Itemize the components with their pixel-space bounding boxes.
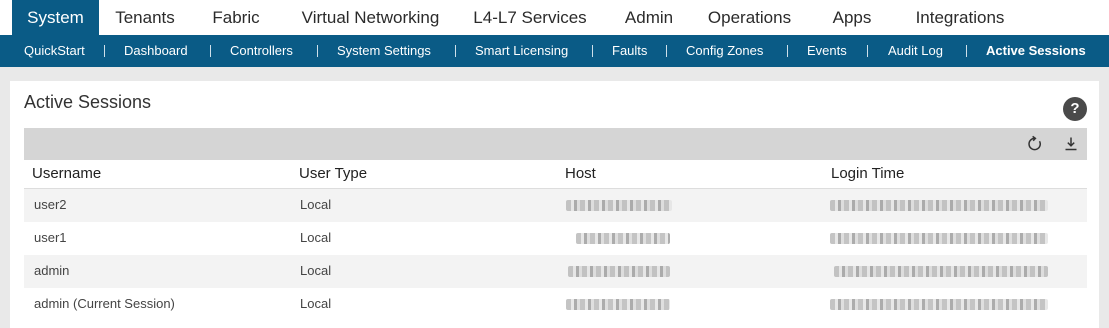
column-header-host[interactable]: Host (565, 160, 596, 189)
redacted-host (576, 233, 670, 244)
subtab-events[interactable]: Events (807, 35, 847, 67)
redacted-login-time (830, 200, 1048, 211)
column-header-user-type[interactable]: User Type (299, 160, 367, 189)
table-row[interactable]: user2 Local (24, 189, 1087, 222)
redacted-host (568, 266, 670, 277)
tab-integrations[interactable]: Integrations (905, 0, 1015, 35)
table-toolbar (24, 128, 1087, 160)
subnav-separator (317, 45, 318, 57)
cell-user-type: Local (300, 263, 332, 278)
subtab-active-sessions[interactable]: Active Sessions (986, 35, 1086, 67)
redacted-host (566, 200, 672, 211)
subtab-audit-log[interactable]: Audit Log (888, 35, 943, 67)
cell-username: admin (34, 263, 70, 278)
table-row[interactable]: admin Local (24, 255, 1087, 288)
tab-fabric[interactable]: Fabric (200, 0, 272, 35)
subtab-quickstart[interactable]: QuickStart (24, 35, 85, 67)
cell-username: user1 (34, 230, 67, 245)
table-row[interactable]: user1 Local (24, 222, 1087, 255)
tab-operations[interactable]: Operations (699, 0, 800, 35)
active-sessions-panel: Active Sessions ? Username User Type Hos… (10, 81, 1099, 328)
cell-user-type: Local (300, 197, 332, 212)
subtab-config-zones[interactable]: Config Zones (686, 35, 763, 67)
table-header: Username User Type Host Login Time (24, 160, 1087, 189)
tab-system[interactable]: System (12, 0, 99, 35)
subtab-faults[interactable]: Faults (612, 35, 647, 67)
top-nav-bar: System Tenants Fabric Virtual Networking… (0, 0, 1109, 35)
subtab-system-settings[interactable]: System Settings (337, 35, 431, 67)
subnav-separator (104, 45, 105, 57)
refresh-icon[interactable] (1026, 135, 1044, 153)
sub-nav-bar: QuickStart Dashboard Controllers System … (0, 35, 1109, 67)
column-header-login-time[interactable]: Login Time (831, 160, 904, 189)
redacted-login-time (830, 299, 1048, 310)
tab-l4-l7-services[interactable]: L4-L7 Services (463, 0, 597, 35)
subnav-separator (592, 45, 593, 57)
cell-user-type: Local (300, 230, 332, 245)
column-header-username[interactable]: Username (32, 160, 101, 189)
subnav-separator (787, 45, 788, 57)
subnav-separator (666, 45, 667, 57)
help-icon[interactable]: ? (1063, 97, 1087, 121)
table-row[interactable]: admin (Current Session) Local (24, 288, 1087, 321)
tab-virtual-networking[interactable]: Virtual Networking (291, 0, 450, 35)
tab-admin[interactable]: Admin (614, 0, 684, 35)
cell-username: user2 (34, 197, 67, 212)
download-icon[interactable] (1062, 135, 1080, 153)
redacted-login-time (834, 266, 1048, 277)
tab-apps[interactable]: Apps (820, 0, 884, 35)
redacted-login-time (830, 233, 1048, 244)
subtab-dashboard[interactable]: Dashboard (124, 35, 188, 67)
subtab-controllers[interactable]: Controllers (230, 35, 293, 67)
redacted-host (566, 299, 670, 310)
cell-user-type: Local (300, 296, 332, 311)
subnav-separator (455, 45, 456, 57)
subnav-separator (210, 45, 211, 57)
subnav-separator (966, 45, 967, 57)
cell-username: admin (Current Session) (34, 296, 175, 311)
subtab-smart-licensing[interactable]: Smart Licensing (475, 35, 568, 67)
subnav-separator (867, 45, 868, 57)
page-title: Active Sessions (24, 92, 152, 112)
tab-tenants[interactable]: Tenants (103, 0, 187, 35)
